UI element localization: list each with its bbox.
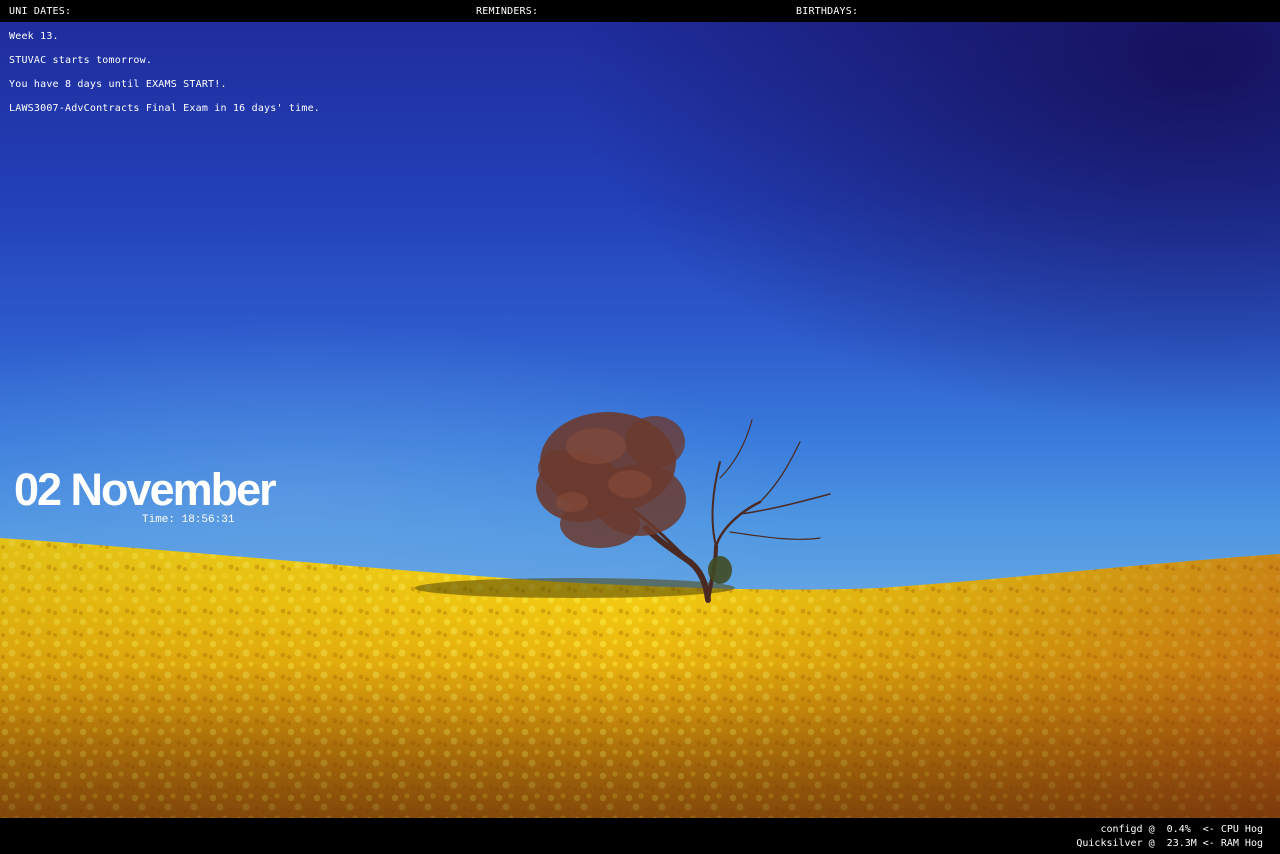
list-item: LAWS3007-AdvContracts Final Exam in 16 d… — [9, 103, 321, 114]
uni-dates-list: Week 13. STUVAC starts tomorrow. You hav… — [9, 31, 320, 127]
reminders-label: REMINDERS: — [476, 6, 539, 17]
top-status-bar: UNI DATES: REMINDERS: BIRTHDAYS: — [0, 0, 1280, 22]
desktop-wallpaper — [0, 22, 1280, 818]
time-display: Time: 18:56:31 — [142, 514, 235, 526]
list-item: STUVAC starts tomorrow. — [9, 55, 153, 66]
list-item: Week 13. — [9, 31, 59, 42]
uni-dates-label: UNI DATES: — [9, 6, 72, 17]
bottom-status-bar: configd @ 0.4% <- CPU Hog Quicksilver @ … — [0, 818, 1280, 854]
list-item: You have 8 days until EXAMS START!. — [9, 79, 227, 90]
birthdays-label: BIRTHDAYS: — [796, 6, 859, 17]
cpu-hog-readout: configd @ 0.4% <- CPU Hog — [1100, 824, 1263, 835]
canola-field — [0, 412, 1280, 818]
date-display: 02 November — [14, 464, 277, 515]
ram-hog-readout: Quicksilver @ 23.3M <- RAM Hog — [1076, 838, 1263, 849]
